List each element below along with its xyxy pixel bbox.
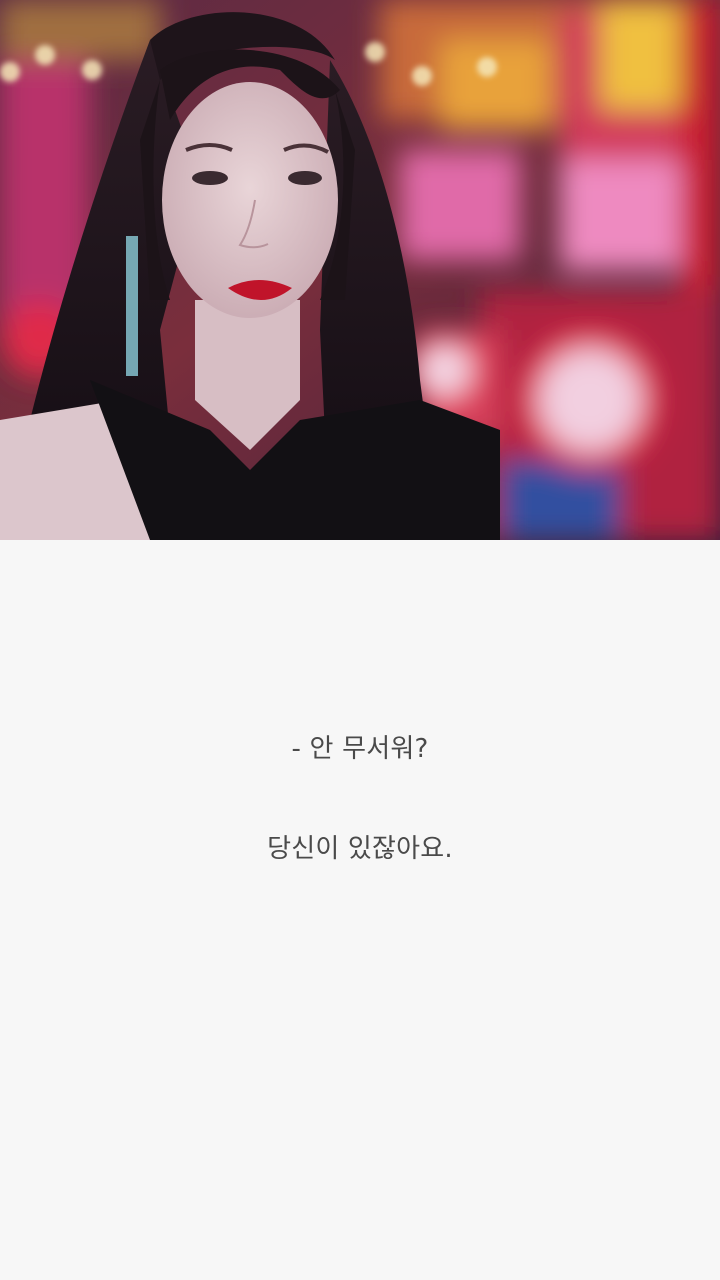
portrait-photo[interactable]: [0, 0, 720, 540]
caption-answer: 당신이 있잖아요.: [267, 834, 453, 864]
eye-right: [288, 171, 322, 185]
eye-left: [192, 171, 228, 185]
earring: [126, 236, 138, 376]
caption-question: - 안 무서워?: [291, 734, 429, 764]
photo-illustration: [0, 0, 720, 540]
story-page: - 안 무서워? 당신이 있잖아요.: [0, 0, 720, 1280]
